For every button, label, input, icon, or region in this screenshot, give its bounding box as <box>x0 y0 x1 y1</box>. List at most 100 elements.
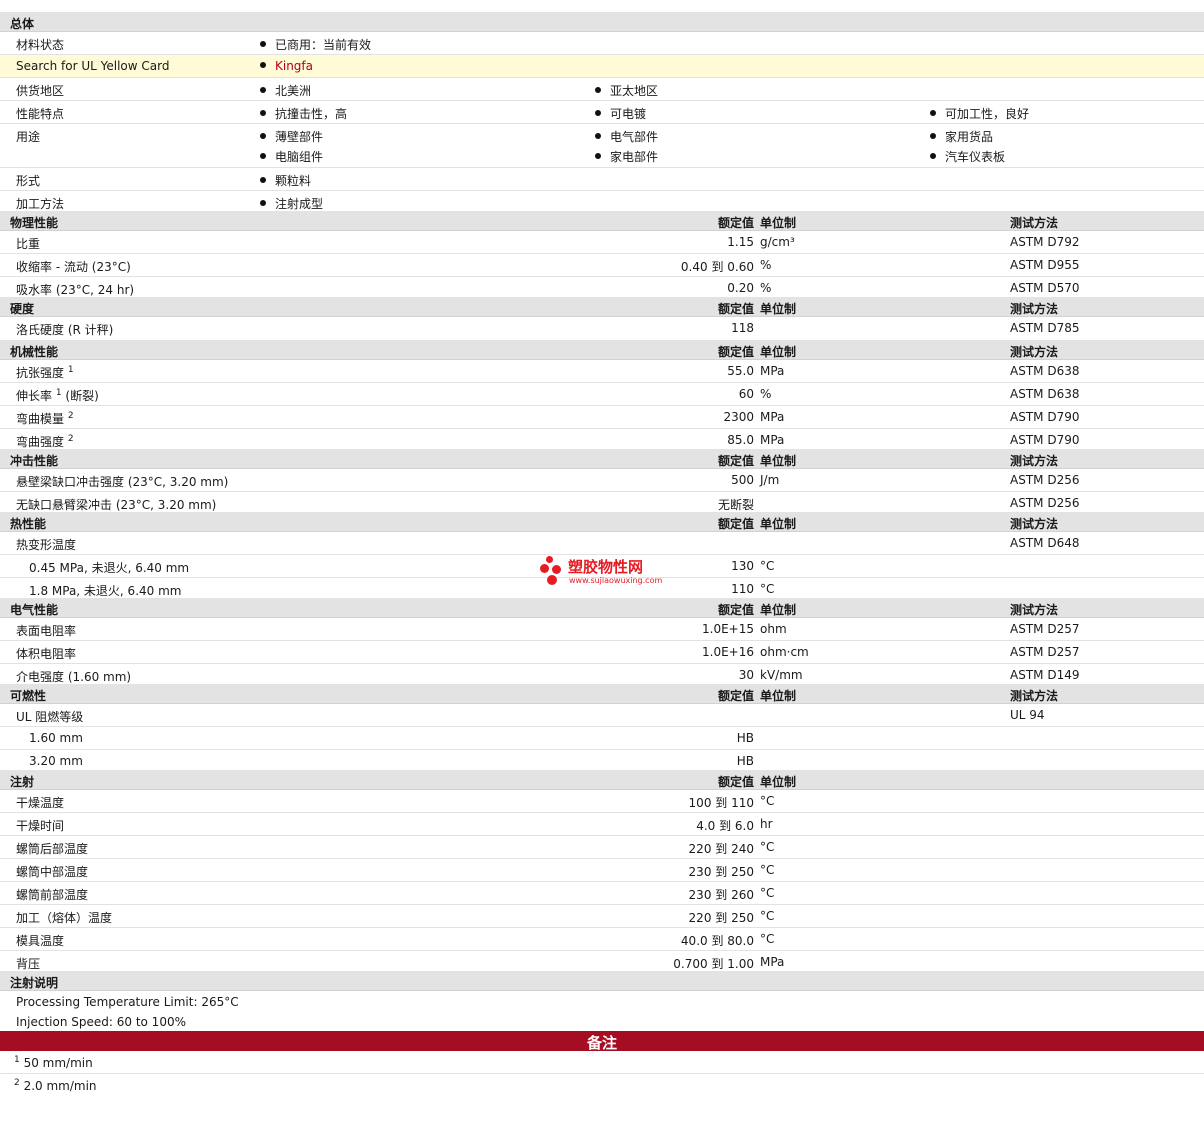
property-unit: ohm <box>760 622 787 636</box>
row-ul-search: Search for UL Yellow Card Kingfa <box>0 55 1204 78</box>
property-label: 悬壁梁缺口冲击强度 (23°C, 3.20 mm) <box>16 475 229 489</box>
section-title: 电气性能 <box>10 603 59 617</box>
watermark-logo: 塑胶物性网 www.sujiaowuxing.com <box>538 554 673 588</box>
nominal-header: 额定值 <box>717 775 754 789</box>
section-electrical: 电气性能 额定值 单位制 测试方法 <box>0 598 1204 618</box>
property-unit: MPa <box>760 433 785 447</box>
footnote-number: 2 <box>14 1078 20 1088</box>
bullet-value: 家用货品 <box>930 128 993 145</box>
method-header: 测试方法 <box>1010 454 1059 468</box>
bullet-value: 薄壁部件 <box>260 128 323 145</box>
property-sublabel: 3.20 mm <box>29 754 83 768</box>
method-header: 测试方法 <box>1010 345 1059 359</box>
footnote-ref: 2 <box>67 434 74 444</box>
property-unit: °C <box>760 932 775 946</box>
footnote-item: 1 50 mm/min <box>14 1055 93 1070</box>
property-value: 55.0 <box>727 364 754 378</box>
property-label: 弯曲模量 2 <box>16 410 74 427</box>
test-method: ASTM D257 <box>1010 622 1080 636</box>
property-value: HB <box>736 731 754 745</box>
table-row: 热变形温度 ASTM D648 <box>0 532 1204 555</box>
test-method: ASTM D648 <box>1010 536 1080 550</box>
section-general: 总体 <box>0 12 1204 32</box>
section-title: 冲击性能 <box>10 454 59 468</box>
property-unit: °C <box>760 840 775 854</box>
property-value: 0.40 到 0.60 <box>680 260 754 274</box>
bullet-value: 北美洲 <box>260 82 311 99</box>
watermark-cn: 塑胶物性网 <box>568 558 644 576</box>
method-header: 测试方法 <box>1010 302 1059 316</box>
property-unit: kV/mm <box>760 668 803 682</box>
table-row: 介电强度 (1.60 mm) 30 kV/mm ASTM D149 <box>0 664 1204 684</box>
property-value: 100 到 110 <box>688 796 754 810</box>
nominal-header: 额定值 <box>717 689 754 703</box>
section-title: 可燃性 <box>10 689 47 703</box>
nominal-header: 额定值 <box>717 345 754 359</box>
row-uses: 用途 薄壁部件 电气部件 家用货品 电脑组件 家电部件 汽车仪表板 <box>0 124 1204 168</box>
table-row: 弯曲强度 2 85.0 MPa ASTM D790 <box>0 429 1204 449</box>
property-value: HB <box>736 754 754 768</box>
test-method: ASTM D790 <box>1010 433 1080 447</box>
property-value: 2300 <box>723 410 754 424</box>
property-unit: °C <box>760 909 775 923</box>
property-unit: hr <box>760 817 773 831</box>
bullet-value: 汽车仪表板 <box>930 148 1005 165</box>
table-row: 螺筒后部温度 220 到 240 °C <box>0 836 1204 859</box>
label-text: 弯曲模量 <box>16 412 65 426</box>
property-label: 介电强度 (1.60 mm) <box>16 670 132 684</box>
nominal-header: 额定值 <box>717 216 754 230</box>
nominal-header: 额定值 <box>717 517 754 531</box>
test-method: ASTM D955 <box>1010 258 1080 272</box>
table-row: 悬壁梁缺口冲击强度 (23°C, 3.20 mm) 500 J/m ASTM D… <box>0 469 1204 492</box>
section-title: 物理性能 <box>10 216 59 230</box>
table-row: 洛氏硬度 (R 计秤) 118 ASTM D785 <box>0 317 1204 340</box>
notes-title: 备注 <box>586 1034 617 1052</box>
logo-dot <box>546 556 553 563</box>
property-value: 130 <box>731 559 754 573</box>
ul-yellow-card-link[interactable]: Kingfa <box>260 59 313 73</box>
property-unit: MPa <box>760 410 785 424</box>
property-label: 收缩率 - 流动 (23°C) <box>16 260 131 274</box>
property-unit: % <box>760 258 772 272</box>
bullet-value: 可电镀 <box>595 105 646 122</box>
note-line: Processing Temperature Limit: 265°C <box>0 991 1204 1011</box>
table-row: 表面电阻率 1.0E+15 ohm ASTM D257 <box>0 618 1204 641</box>
row-label: 供货地区 <box>16 84 65 98</box>
section-injection-notes: 注射说明 <box>0 971 1204 991</box>
property-label: 伸长率 1 (断裂) <box>16 387 99 404</box>
property-unit: g/cm³ <box>760 235 795 249</box>
method-header: 测试方法 <box>1010 689 1059 703</box>
section-title: 总体 <box>10 17 35 31</box>
table-row: 体积电阻率 1.0E+16 ohm·cm ASTM D257 <box>0 641 1204 664</box>
property-sublabel: 1.60 mm <box>29 731 83 745</box>
section-physical: 物理性能 额定值 单位制 测试方法 <box>0 211 1204 231</box>
section-thermal: 热性能 额定值 单位制 测试方法 <box>0 512 1204 532</box>
property-value: 230 到 260 <box>688 888 754 902</box>
nominal-header: 额定值 <box>717 302 754 316</box>
test-method: ASTM D570 <box>1010 281 1080 295</box>
test-method: ASTM D257 <box>1010 645 1080 659</box>
test-method: ASTM D638 <box>1010 387 1080 401</box>
row-features: 性能特点 抗撞击性，高 可电镀 可加工性，良好 <box>0 101 1204 124</box>
table-row: 背压 0.700 到 1.00 MPa <box>0 951 1204 971</box>
table-row: 比重 1.15 g/cm³ ASTM D792 <box>0 231 1204 254</box>
bullet-value: 抗撞击性，高 <box>260 105 347 122</box>
property-value: 0.20 <box>727 281 754 295</box>
section-mechanical: 机械性能 额定值 单位制 测试方法 <box>0 340 1204 360</box>
bullet-value: 注射成型 <box>260 195 323 212</box>
section-hardness: 硬度 额定值 单位制 测试方法 <box>0 297 1204 317</box>
property-value: 230 到 250 <box>688 865 754 879</box>
section-flammability: 可燃性 额定值 单位制 测试方法 <box>0 684 1204 704</box>
property-label: 表面电阻率 <box>16 624 77 638</box>
note-text: Processing Temperature Limit: 265°C <box>16 995 239 1009</box>
bullet-value: 家电部件 <box>595 148 658 165</box>
row-label: 形式 <box>16 174 41 188</box>
method-header: 测试方法 <box>1010 216 1059 230</box>
bullet-value: 已商用：当前有效 <box>260 36 371 53</box>
table-row: 吸水率 (23°C, 24 hr) 0.20 % ASTM D570 <box>0 277 1204 297</box>
table-row: 弯曲模量 2 2300 MPa ASTM D790 <box>0 406 1204 429</box>
property-label: 体积电阻率 <box>16 647 77 661</box>
table-row: 模具温度 40.0 到 80.0 °C <box>0 928 1204 951</box>
property-value: 220 到 250 <box>688 911 754 925</box>
table-row: 加工（熔体）温度 220 到 250 °C <box>0 905 1204 928</box>
